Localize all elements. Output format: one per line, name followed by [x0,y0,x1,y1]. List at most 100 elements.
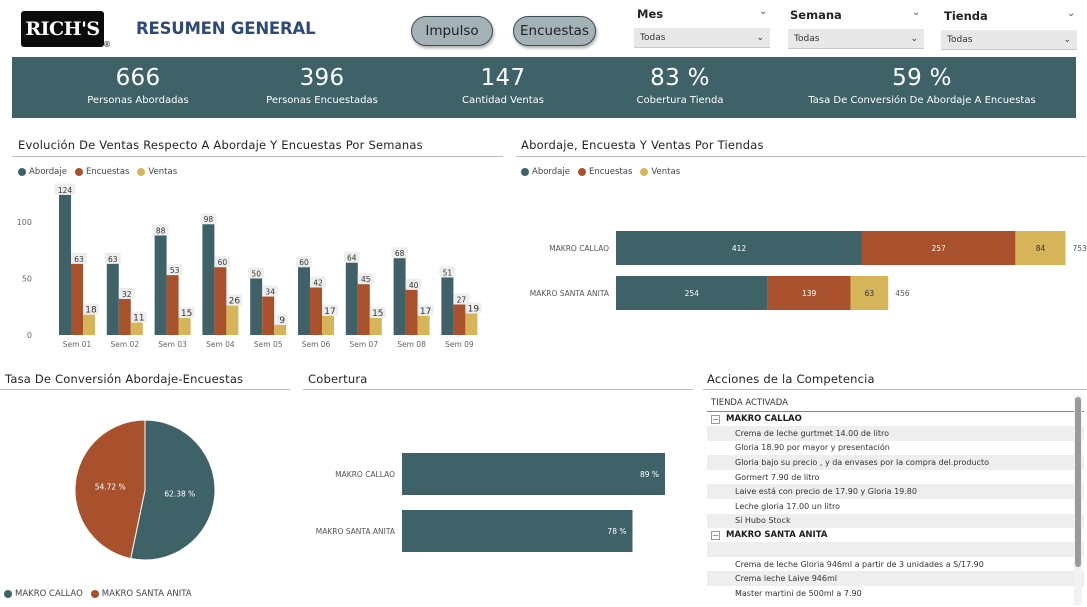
collapse-icon[interactable]: − [711,414,720,424]
kpi-personas-encuestadas: 396 Personas Encuestadas [252,57,392,118]
data-label: 11 [133,314,144,324]
store-chart-title: Abordaje, Encuesta Y Ventas Por Tiendas [521,138,764,152]
legend-item-ventas[interactable]: Ventas [137,167,177,177]
y-category-label: MAKRO CALLAO [335,470,395,479]
bar-encuestas [166,275,179,335]
segment-label: 254 [685,289,700,298]
total-label: 753 [1073,244,1087,253]
weekly-chart-legend: Abordaje Encuestas Ventas [18,167,181,177]
table-row: Gloria bajo su precio , y da envases por… [707,455,1084,470]
filter-mes-label: Mes [637,7,664,21]
legend-item-encuestas[interactable]: Encuestas [577,167,633,177]
legend-dot [74,168,83,176]
data-label: 15 [372,309,383,319]
kpi-band: 666 Personas Abordadas 396 Personas Encu… [12,57,1076,118]
chevron-down-icon[interactable]: ⌄ [1067,8,1075,19]
data-label: 42 [313,279,323,288]
data-label: 63 [74,255,84,264]
table-group-makro-callao: − MAKRO CALLAO Crema de leche gurtmet 14.… [707,412,1084,529]
data-label: 34 [265,288,275,297]
data-label: 19 [468,305,480,315]
filter-semana-value: Todas [794,33,820,44]
group-rows: Crema de leche Gloria 946ml a partir de … [707,542,1084,600]
data-label: 27 [457,295,467,304]
bar-ventas [274,324,287,335]
data-label: 68 [395,249,405,258]
segment-label: 412 [732,244,747,253]
collapse-icon[interactable]: − [711,530,720,540]
data-label: 63 [108,255,118,264]
legend-label: Abordaje [29,167,67,177]
encuestas-button[interactable]: Encuestas [513,16,596,46]
filter-mes-select[interactable]: Todas ⌄ [634,28,770,48]
competition-table[interactable]: TIENDA ACTIVADA − MAKRO CALLAO Crema de l… [707,395,1084,607]
x-tick-label: Sem 07 [349,340,378,349]
filter-tienda-select[interactable]: Todas ⌄ [941,30,1077,50]
bar-abordaje [441,277,454,335]
table-header[interactable]: TIENDA ACTIVADA [707,395,1084,412]
data-label: 60 [299,258,309,267]
kpi-label: Cantidad Ventas [462,95,544,106]
y-category-label: MAKRO SANTA ANITA [530,289,610,298]
legend-dot [577,168,586,176]
legend-item-abordaje[interactable]: Abordaje [18,167,67,177]
filter-semana-select[interactable]: Todas ⌄ [788,29,924,49]
legend-label: Ventas [148,167,178,177]
legend-label: Encuestas [588,167,633,177]
group-rows: Crema de leche gurtmet 14.00 de litro Gl… [707,426,1084,529]
table-row: Gloria 18.90 por mayor y presentación [735,443,890,453]
x-tick-label: Sem 03 [158,340,187,349]
legend-item-abordaje[interactable]: Abordaje [521,167,570,177]
kpi-tasa-conversion: 59 % Tasa De Conversión De Abordaje A En… [792,57,1052,118]
table-row: Crema leche Laive 946ml [707,571,1084,586]
kpi-personas-abordadas: 666 Personas Abordadas [68,57,208,118]
group-header[interactable]: − MAKRO SANTA ANITA [707,528,1084,542]
coverage-chart-title: Cobertura [308,372,368,386]
bar-ventas [322,315,334,335]
legend-dot [640,168,649,176]
slice-label: 54.72 % [95,482,126,491]
y-tick-label: 0 [27,331,32,340]
group-header[interactable]: − MAKRO CALLAO [707,412,1084,426]
bar-abordaje [154,235,167,335]
filter-semana-label: Semana [790,8,842,22]
table-row: Master martini de 500ml a 7.90 [735,588,862,598]
divider [703,389,1087,390]
bar-abordaje [345,262,358,335]
kpi-value: 666 [115,65,161,91]
data-label: 17 [420,307,431,317]
table-row: Crema de leche gurtmet 14.00 de litro [707,426,1084,441]
data-label: 40 [409,281,419,290]
legend-item-ventas[interactable]: Ventas [640,167,680,177]
legend-label: Encuestas [85,167,130,177]
kpi-label: Tasa De Conversión De Abordaje A Encuest… [808,95,1036,106]
weekly-chart-title: Evolución De Ventas Respecto A Abordaje … [18,138,423,152]
legend-item-encuestas[interactable]: Encuestas [74,167,130,177]
y-tick-label: 50 [22,274,32,283]
legend-item-makro-santa-anita[interactable]: MAKRO SANTA ANITA [90,589,192,599]
table-row [707,542,1084,557]
data-label: 50 [251,269,261,278]
data-label: 32 [122,290,132,299]
impulso-button[interactable]: Impulso [411,16,493,46]
bar-abordaje [202,224,215,335]
kpi-label: Personas Encuestadas [266,95,378,106]
filter-mes-value: Todas [640,32,666,43]
group-label: MAKRO SANTA ANITA [726,530,828,541]
bar-abordaje [106,263,119,335]
data-label: 60 [218,258,228,267]
bar-encuestas [357,284,370,335]
kpi-value: 396 [299,65,345,91]
data-label: 64 [347,254,357,263]
table-scrollbar-thumb[interactable] [1075,397,1081,567]
bar-ventas [178,318,191,335]
legend-dot [521,168,529,176]
legend-dot [90,590,99,598]
richs-logo: RICH'S [21,11,104,47]
y-category-label: MAKRO CALLAO [549,244,609,253]
store-chart-legend: Abordaje Encuestas Ventas [521,167,684,177]
bar-encuestas [214,267,227,335]
chevron-down-icon[interactable]: ⌄ [759,6,767,17]
chevron-down-icon[interactable]: ⌄ [912,7,920,18]
legend-item-makro-callao[interactable]: MAKRO CALLAO [4,589,83,599]
